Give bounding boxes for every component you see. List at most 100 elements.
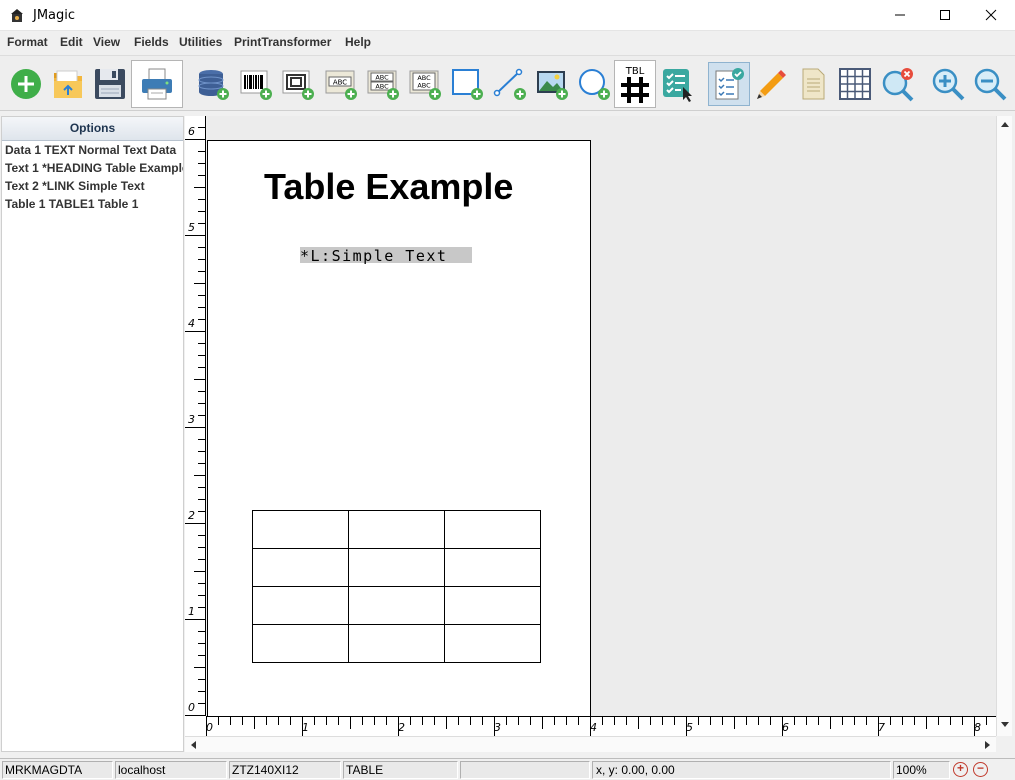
maximize-button[interactable]	[922, 0, 968, 30]
menu-edit[interactable]: Edit	[60, 35, 83, 49]
text-abc-multi-add-icon: ABCABC	[367, 70, 399, 100]
minimize-button[interactable]	[877, 0, 923, 30]
zoom-out-button[interactable]	[969, 62, 1011, 106]
checklist-check-icon	[715, 68, 744, 100]
zoom-out-icon	[974, 68, 1007, 101]
add-data-field-button[interactable]	[192, 62, 234, 106]
barcode-add-icon	[240, 70, 272, 100]
add-multiline-text-button[interactable]: ABC ABC	[362, 62, 404, 106]
validate-button[interactable]	[708, 62, 750, 106]
open-button[interactable]	[47, 62, 89, 106]
table-button-label: TBL	[625, 66, 645, 77]
options-list-item[interactable]: Text 2 *LINK Simple Text	[2, 177, 183, 195]
menu-printtransformer[interactable]: PrintTransformer	[234, 35, 331, 49]
add-box-button[interactable]	[446, 62, 488, 106]
svg-text:ABC: ABC	[375, 83, 389, 91]
heading-text-field[interactable]: Table Example	[264, 166, 513, 208]
zoom-in-status-icon[interactable]: +	[953, 762, 968, 777]
overlay-add-icon	[282, 70, 314, 100]
vruler-label: 0	[188, 701, 195, 714]
status-mode: TABLE	[343, 761, 458, 779]
add-image-button[interactable]	[531, 62, 573, 106]
add-new-button[interactable]	[5, 62, 47, 106]
page-properties-button[interactable]	[792, 62, 834, 106]
hruler-label: 6	[782, 721, 789, 734]
add-table-button[interactable]: TBL	[614, 60, 656, 108]
svg-text:ABC: ABC	[333, 79, 347, 87]
checklist-cursor-icon	[663, 69, 692, 102]
table-cell[interactable]	[252, 586, 349, 625]
grid-button[interactable]	[834, 62, 876, 106]
ruler-corner	[185, 716, 206, 736]
horizontal-scrollbar[interactable]	[185, 736, 996, 752]
status-library: MRKMAGDTA	[2, 761, 113, 779]
database-add-icon	[198, 70, 229, 100]
table-cell[interactable]	[444, 586, 541, 625]
table-cell[interactable]	[252, 548, 349, 587]
circle-add-icon	[579, 69, 610, 100]
zoom-in-button[interactable]	[927, 62, 969, 106]
folder-open-icon	[54, 70, 82, 98]
hruler-label: 4	[590, 721, 597, 734]
options-panel: Options Data 1 TEXT Normal Text Data Tex…	[1, 116, 184, 752]
add-line-button[interactable]	[489, 62, 531, 106]
table-cell[interactable]	[348, 548, 445, 587]
add-text-block-button[interactable]: ABC ABC	[404, 62, 446, 106]
vertical-scrollbar[interactable]	[996, 116, 1012, 736]
menu-view[interactable]: View	[93, 35, 120, 49]
options-list-item[interactable]: Table 1 TABLE1 Table 1	[2, 195, 183, 213]
save-button[interactable]	[89, 62, 131, 106]
maximize-icon	[940, 10, 950, 20]
vruler-label: 5	[188, 221, 195, 234]
table-cell[interactable]	[252, 510, 349, 549]
scroll-right-icon[interactable]	[981, 737, 995, 753]
scroll-left-icon[interactable]	[187, 737, 201, 753]
scroll-down-icon[interactable]	[997, 718, 1013, 732]
options-list-item[interactable]: Data 1 TEXT Normal Text Data	[2, 141, 183, 159]
close-button[interactable]	[968, 0, 1014, 30]
svg-text:ABC: ABC	[375, 74, 389, 82]
select-fields-button[interactable]	[657, 62, 699, 106]
table-cell[interactable]	[348, 586, 445, 625]
line-add-icon	[493, 68, 526, 100]
table-cell[interactable]	[348, 624, 445, 663]
add-overlay-button[interactable]	[277, 62, 319, 106]
svg-text:ABC: ABC	[417, 82, 431, 90]
clear-search-button[interactable]	[876, 62, 918, 106]
table-cell[interactable]	[444, 624, 541, 663]
edit-button[interactable]	[750, 62, 792, 106]
table-field[interactable]	[252, 510, 541, 663]
table-cell[interactable]	[252, 624, 349, 663]
menu-fields[interactable]: Fields	[134, 35, 169, 49]
link-text-field[interactable]: *L:Simple Text	[300, 247, 472, 265]
status-printer: ZTZ140XI12	[229, 761, 341, 779]
table-cell[interactable]	[444, 548, 541, 587]
menu-utilities[interactable]: Utilities	[179, 35, 222, 49]
options-list-item[interactable]: Text 1 *HEADING Table Example	[2, 159, 183, 177]
toolbar: ABC ABC ABC ABC ABC TBL	[0, 55, 1015, 111]
table-row	[252, 548, 541, 587]
minimize-icon	[895, 14, 905, 16]
table-cell[interactable]	[348, 510, 445, 549]
add-circle-button[interactable]	[573, 62, 615, 106]
app-logo-icon	[11, 9, 23, 22]
vruler-label: 3	[188, 413, 195, 426]
floppy-disk-icon	[95, 69, 125, 99]
hruler-label: 2	[398, 721, 405, 734]
vertical-ruler: 6 5 4 3 2 1 0	[185, 116, 206, 717]
hruler-label: 0	[206, 721, 213, 734]
vruler-label: 4	[188, 317, 195, 330]
add-text-button[interactable]: ABC	[320, 62, 362, 106]
table-hash-icon: TBL	[621, 66, 649, 103]
menu-help[interactable]: Help	[345, 35, 371, 49]
hruler-label: 1	[302, 721, 309, 734]
window-title: JMagic	[33, 8, 76, 23]
add-barcode-button[interactable]	[235, 62, 277, 106]
menu-format[interactable]: Format	[7, 35, 48, 49]
print-button[interactable]	[131, 60, 183, 108]
pencil-icon	[757, 70, 786, 99]
scroll-up-icon[interactable]	[997, 118, 1013, 132]
options-header: Options	[2, 117, 183, 141]
table-cell[interactable]	[444, 510, 541, 549]
zoom-out-status-icon[interactable]: −	[973, 762, 988, 777]
